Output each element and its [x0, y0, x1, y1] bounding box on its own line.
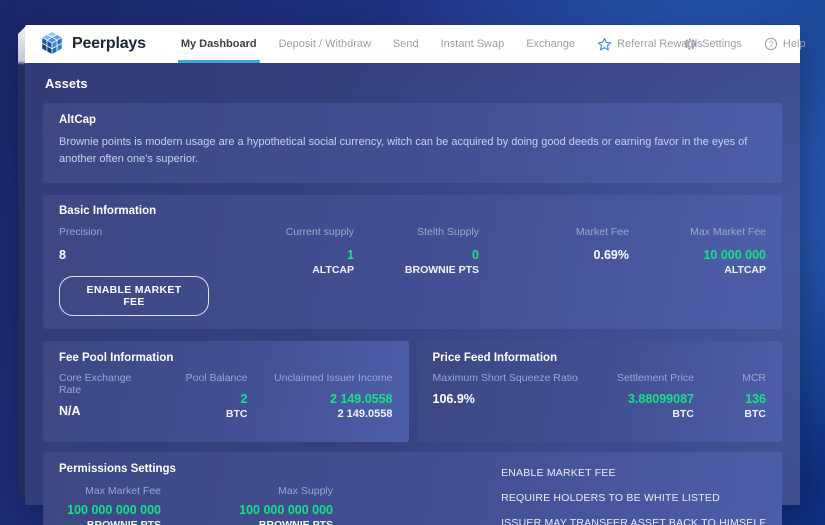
- help-icon: ?: [764, 37, 778, 51]
- svg-text:?: ?: [769, 40, 774, 49]
- brand-name: Peerplays: [72, 35, 146, 52]
- field-market-fee: Market Fee 0.69%: [575, 226, 629, 263]
- permission-flag: ENABLE MARKET FEE: [501, 467, 616, 480]
- nav-item-settings[interactable]: Settings: [672, 25, 753, 63]
- nav-right-group: Referral Rewards Settings ? Help: [586, 25, 825, 63]
- field-core-exchange-rate: Core Exchange Rate N/A: [59, 372, 132, 419]
- enable-market-fee-button[interactable]: ENABLE MARKET FEE: [59, 276, 209, 317]
- field-perm-max-supply: Max Supply 100 000 000 000 BROWNIE PTS: [239, 485, 333, 525]
- main-panel: Assets AltCap Brownie points is modern u…: [25, 63, 800, 525]
- peerplays-cube-icon: [39, 30, 65, 59]
- basic-information-card: Basic Information Precision 8 Current su…: [43, 195, 782, 330]
- app-window: Peerplays My Dashboard Deposit / Withdra…: [25, 25, 806, 525]
- field-max-market-fee: Max Market Fee 10 000 000 ALTCAP: [690, 226, 766, 277]
- permission-flag: ISSUER MAY TRANSFER ASSET BACK TO HIMSEL…: [501, 517, 766, 525]
- nav-item-help[interactable]: ? Help: [753, 25, 817, 63]
- nav-item-referral-rewards[interactable]: Referral Rewards: [586, 25, 703, 63]
- field-max-short-squeeze-ratio: Maximum Short Squeeze Ratio 106.9%: [432, 372, 578, 407]
- asset-name: AltCap: [59, 114, 97, 126]
- field-settlement-price: Settlement Price 3.88099087 BTC: [616, 372, 694, 421]
- qr-code-icon[interactable]: [817, 25, 825, 63]
- nav-item-deposit-withdraw[interactable]: Deposit / Withdraw: [268, 25, 382, 63]
- price-feed-information-card: Price Feed Information Maximum Short Squ…: [416, 341, 782, 443]
- nav-item-send[interactable]: Send: [382, 25, 430, 63]
- field-mcr: MCR 136 BTC: [742, 372, 766, 421]
- field-current-supply: Current supply 1 ALTCAP: [285, 226, 354, 277]
- permission-flag: REQUIRE HOLDERS TO BE WHITE LISTED: [501, 492, 720, 505]
- asset-description: Brownie points is modern usage are a hyp…: [59, 136, 748, 166]
- field-unclaimed-issuer-income: Unclaimed Issuer Income 2 149.0558 2 149…: [274, 372, 393, 421]
- nav-item-my-dashboard[interactable]: My Dashboard: [170, 25, 268, 63]
- nav-item-instant-swap[interactable]: Instant Swap: [430, 25, 516, 63]
- star-icon: [597, 37, 612, 52]
- field-perm-max-market-fee: Max Market Fee 100 000 000 000 BROWNIE P…: [67, 485, 161, 525]
- top-navigation-bar: Peerplays My Dashboard Deposit / Withdra…: [25, 25, 806, 63]
- nav-item-exchange[interactable]: Exchange: [515, 25, 586, 63]
- gear-icon: [683, 37, 697, 51]
- field-pool-balance: Pool Balance 2 BTC: [185, 372, 248, 421]
- field-stelth-supply: Stelth Supply 0 BROWNIE PTS: [404, 226, 479, 277]
- permission-flags-list: ENABLE MARKET FEE REQUIRE HOLDERS TO BE …: [401, 463, 766, 525]
- field-precision: Precision 8: [59, 226, 103, 263]
- fee-pool-information-card: Fee Pool Information Core Exchange Rate …: [43, 341, 409, 443]
- permissions-settings-card: Permissions Settings Max Market Fee 100 …: [43, 452, 782, 525]
- peerplays-logo[interactable]: Peerplays: [39, 25, 156, 63]
- page-title: Assets: [45, 76, 88, 91]
- nav-menu: My Dashboard Deposit / Withdraw Send Ins…: [170, 25, 825, 63]
- asset-description-card: AltCap Brownie points is modern usage ar…: [43, 103, 782, 184]
- window-edge-decoration: [18, 27, 25, 499]
